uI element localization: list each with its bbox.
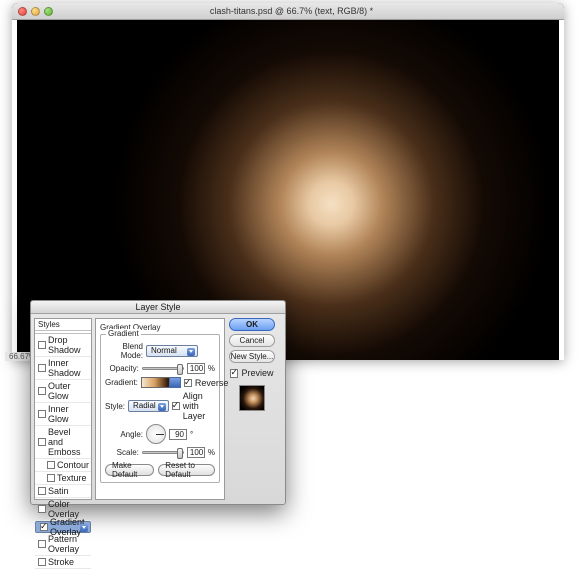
align-label: Align with Layer	[183, 391, 215, 421]
fx-row-stroke[interactable]: Stroke	[35, 556, 91, 569]
settings-panel: Gradient Overlay Gradient Blend Mode: No…	[95, 318, 225, 500]
dialog-buttons: OK Cancel New Style... Preview	[228, 318, 276, 500]
scale-slider[interactable]	[142, 451, 184, 454]
fx-checkbox[interactable]	[38, 558, 46, 566]
opacity-slider[interactable]	[142, 367, 184, 370]
fx-label: Stroke	[48, 557, 74, 567]
angle-input[interactable]: 90	[169, 429, 187, 440]
ok-button[interactable]: OK	[229, 318, 275, 331]
dialog-title: Layer Style	[31, 301, 285, 314]
fx-checkbox[interactable]	[38, 505, 46, 513]
style-select[interactable]: Radial	[128, 400, 169, 412]
gradient-label: Gradient:	[105, 378, 138, 387]
fx-row-contour[interactable]: Contour	[35, 459, 91, 472]
fx-row-satin[interactable]: Satin	[35, 485, 91, 498]
fx-checkbox[interactable]	[38, 341, 46, 349]
fx-checkbox[interactable]	[38, 364, 46, 372]
reverse-label: Reverse	[195, 378, 229, 388]
fx-label: Satin	[48, 486, 69, 496]
angle-label: Angle:	[105, 430, 143, 439]
blend-mode-label: Blend Mode:	[105, 342, 143, 360]
fx-row-bevel-and-emboss[interactable]: Bevel and Emboss	[35, 426, 91, 459]
fx-label: Bevel and Emboss	[48, 427, 88, 457]
scale-label: Scale:	[105, 448, 139, 457]
fx-checkbox[interactable]	[38, 540, 46, 548]
fx-label: Inner Shadow	[48, 358, 88, 378]
fx-row-gradient-overlay[interactable]: Gradient Overlay	[35, 521, 91, 533]
fx-row-inner-glow[interactable]: Inner Glow	[35, 403, 91, 426]
fx-checkbox[interactable]	[40, 523, 48, 531]
fx-label: Outer Glow	[48, 381, 88, 401]
opacity-input[interactable]: 100	[187, 363, 205, 374]
fx-checkbox[interactable]	[47, 474, 55, 482]
scale-unit: %	[208, 448, 215, 457]
reverse-checkbox[interactable]	[184, 379, 192, 387]
layer-style-dialog: Layer Style Styles Blending Options: Cus…	[30, 300, 286, 505]
opacity-label: Opacity:	[105, 364, 139, 373]
reset-default-button[interactable]: Reset to Default	[158, 464, 215, 476]
fx-row-texture[interactable]: Texture	[35, 472, 91, 485]
fx-row-pattern-overlay[interactable]: Pattern Overlay	[35, 533, 91, 556]
preview-label: Preview	[241, 368, 273, 378]
preview-thumbnail	[239, 385, 265, 411]
make-default-button[interactable]: Make Default	[105, 464, 154, 476]
gradient-fieldset: Gradient Blend Mode: Normal Opacity: 100…	[100, 334, 220, 483]
preview-checkbox[interactable]	[230, 369, 238, 378]
angle-dial[interactable]	[146, 424, 166, 444]
fx-checkbox[interactable]	[38, 410, 46, 418]
fx-checkbox[interactable]	[47, 461, 55, 469]
fieldset-title: Gradient	[106, 329, 141, 338]
fx-label: Color Overlay	[48, 499, 88, 519]
blend-mode-select[interactable]: Normal	[146, 345, 198, 357]
titlebar: clash-titans.psd @ 66.7% (text, RGB/8) *	[12, 3, 564, 20]
fx-label: Contour	[57, 460, 89, 470]
fx-label: Pattern Overlay	[48, 534, 88, 554]
styles-list: Styles Blending Options: Custom Drop Sha…	[34, 318, 92, 500]
fx-label: Inner Glow	[48, 404, 88, 424]
fx-row-outer-glow[interactable]: Outer Glow	[35, 380, 91, 403]
scale-input[interactable]: 100	[187, 447, 205, 458]
fx-checkbox[interactable]	[38, 387, 46, 395]
gradient-picker[interactable]	[141, 377, 181, 388]
fx-checkbox[interactable]	[38, 487, 46, 495]
angle-unit: °	[190, 430, 193, 439]
fx-row-inner-shadow[interactable]: Inner Shadow	[35, 357, 91, 380]
fx-label: Drop Shadow	[48, 335, 88, 355]
new-style-button[interactable]: New Style...	[229, 350, 275, 363]
document-title: clash-titans.psd @ 66.7% (text, RGB/8) *	[19, 6, 564, 16]
align-checkbox[interactable]	[172, 402, 180, 410]
fx-label: Texture	[57, 473, 87, 483]
cancel-button[interactable]: Cancel	[229, 334, 275, 347]
opacity-unit: %	[208, 364, 215, 373]
style-label: Style:	[105, 402, 125, 411]
fx-row-drop-shadow[interactable]: Drop Shadow	[35, 334, 91, 357]
styles-header[interactable]: Styles	[35, 319, 91, 331]
fx-checkbox[interactable]	[38, 438, 46, 446]
